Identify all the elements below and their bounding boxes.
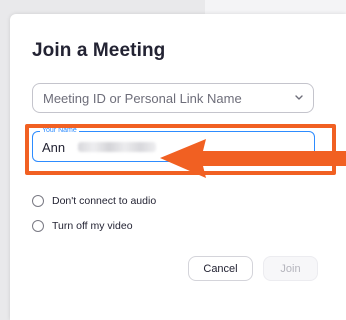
- meeting-id-dropdown[interactable]: Meeting ID or Personal Link Name: [32, 83, 314, 113]
- video-checkbox[interactable]: [32, 220, 44, 232]
- video-option-label: Turn off my video: [52, 220, 133, 232]
- chevron-down-icon[interactable]: [292, 90, 306, 104]
- dialog-title: Join a Meeting: [32, 40, 166, 61]
- turn-off-video-option[interactable]: Turn off my video: [32, 220, 133, 232]
- join-button[interactable]: Join: [263, 256, 318, 281]
- cancel-button[interactable]: Cancel: [188, 256, 253, 281]
- dont-connect-audio-option[interactable]: Don't connect to audio: [32, 195, 156, 207]
- audio-checkbox[interactable]: [32, 195, 44, 207]
- background-window: [205, 0, 346, 15]
- audio-option-label: Don't connect to audio: [52, 195, 157, 207]
- meeting-id-placeholder: Meeting ID or Personal Link Name: [43, 91, 242, 106]
- pointer-arrow-icon: [160, 139, 346, 178]
